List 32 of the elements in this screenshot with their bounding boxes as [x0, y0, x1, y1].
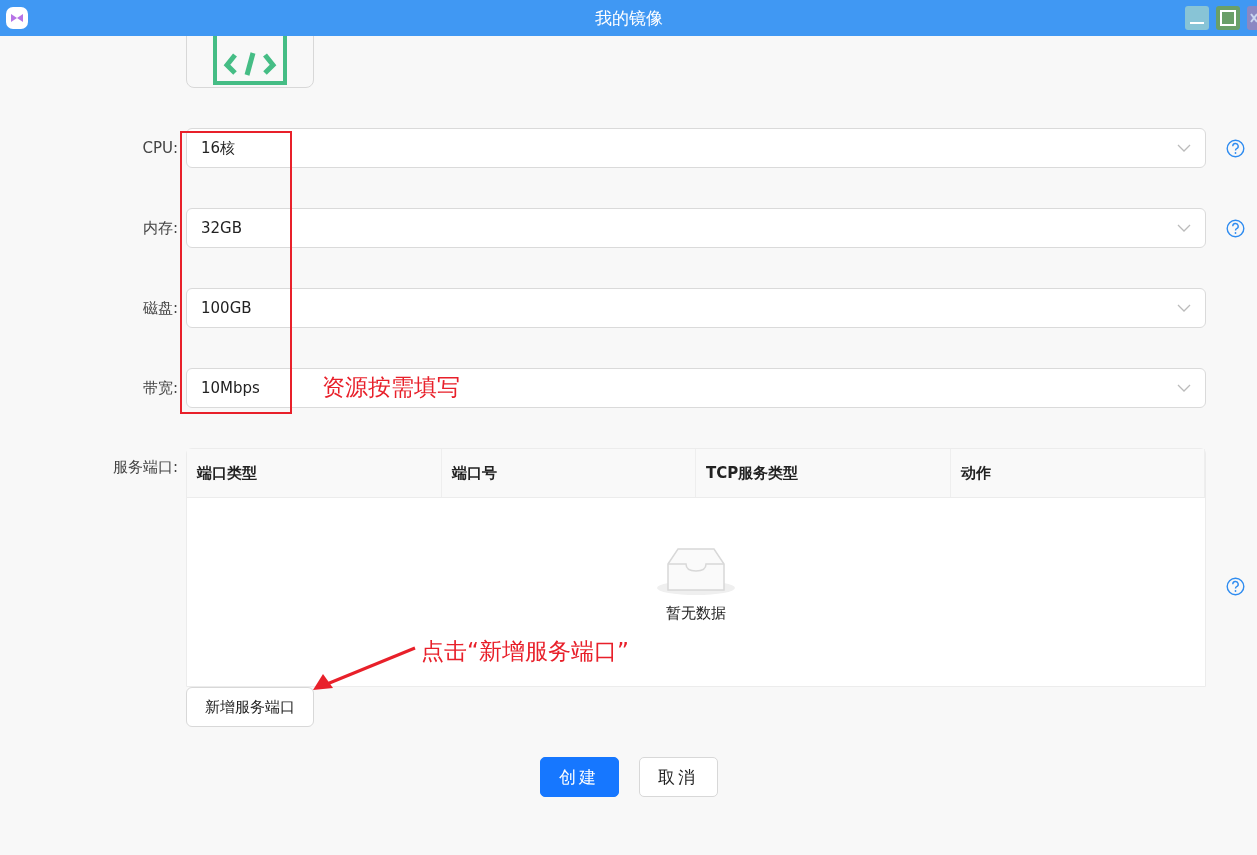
select-field[interactable]: 100GB [186, 288, 1206, 328]
field-label: CPU: [142, 139, 178, 157]
minimize-icon[interactable] [1185, 6, 1209, 30]
chevron-down-icon [1177, 384, 1191, 392]
column-header: 端口类型 [187, 449, 442, 497]
code-icon [213, 36, 287, 85]
maximize-icon[interactable] [1216, 6, 1240, 30]
chevron-down-icon [1177, 304, 1191, 312]
empty-tray-icon [656, 546, 736, 596]
app-logo-icon [6, 7, 28, 29]
field-label: 内存: [142, 218, 178, 238]
annotation-text: 点击“新增服务端口” [421, 637, 629, 666]
annotation-text: 资源按需填写 [322, 373, 460, 402]
select-field[interactable]: 16核 [186, 128, 1206, 168]
cancel-button[interactable]: 取消 [638, 757, 718, 797]
field-label: 服务端口: [112, 458, 178, 477]
field-label: 带宽: [142, 378, 178, 398]
window-title: 我的镜像 [593, 6, 664, 30]
add-port-button[interactable]: 新增服务端口 [186, 687, 314, 727]
empty-text: 暂无数据 [666, 604, 726, 623]
help-icon[interactable] [1226, 138, 1245, 158]
column-header: 端口号 [441, 449, 696, 497]
column-header: TCP服务类型 [696, 449, 951, 497]
column-header: 动作 [950, 449, 1205, 497]
help-icon[interactable] [1226, 218, 1245, 238]
field-label: 磁盘: [142, 298, 178, 318]
select-field[interactable]: 32GB [186, 208, 1206, 248]
close-icon[interactable] [1247, 6, 1257, 30]
help-icon[interactable] [1226, 577, 1245, 596]
chevron-down-icon [1177, 144, 1191, 152]
create-button[interactable]: 创建 [539, 757, 619, 797]
chevron-down-icon [1177, 224, 1191, 232]
